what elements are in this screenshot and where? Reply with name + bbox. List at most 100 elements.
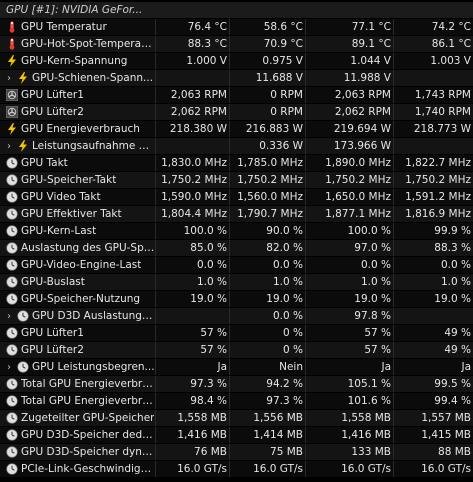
maximum-value: 97.8 % (305, 308, 393, 324)
current-value: 57 % (155, 325, 229, 341)
sensor-row[interactable]: GPU-Video-Engine-Last 0.0 % 0.0 % 0.0 % 0.0 … (0, 257, 473, 273)
average-value: 49 % (393, 325, 473, 341)
sensor-row[interactable]: GPU-Kern-Spannung 1.000 V 0.975 V 1.044 V 1.… (0, 53, 473, 69)
sensor-row[interactable]: GPU Effektiver Takt 1,804.4 MHz 1,790.7 MH… (0, 206, 473, 222)
sensor-row[interactable]: GPU-Kern-Last 100.0 % 90.0 % 100.0 % 99.9 % (0, 223, 473, 239)
sensor-row[interactable]: GPU Takt 1,830.0 MHz 1,785.0 MHz 1,890.0 MH… (0, 155, 473, 171)
sensor-name-cell: Zugeteilter GPU-Speicher (0, 410, 155, 426)
sensor-label: GPU Effektiver Takt (21, 208, 122, 220)
current-value: 1,590.0 MHz (155, 189, 229, 205)
sensor-label: GPU D3D Auslastungen (32, 310, 155, 322)
sensor-row[interactable]: GPU-Speicher-Nutzung 19.0 % 19.0 % 19.0 % 19… (0, 291, 473, 307)
sensor-row[interactable]: › Leistungsaufnahme d... 0.336 W 173.966 W (0, 138, 473, 154)
sensor-name-cell: GPU-Kern-Spannung (0, 53, 155, 69)
thermometer-icon (6, 38, 18, 50)
sensor-label: GPU Energieverbrauch (21, 123, 140, 135)
sensor-row[interactable]: Total GPU Energieverbra... 97.3 % 94.2 % 10… (0, 376, 473, 392)
average-value: 218.773 W (393, 121, 473, 137)
minimum-value: 97.3 % (229, 393, 305, 409)
sensor-label: GPU Lüfter1 (21, 327, 84, 339)
minimum-value: 11.688 V (229, 70, 305, 86)
average-value: 1,415 MB (393, 427, 473, 443)
sensor-label: Leistungsaufnahme d... (32, 140, 155, 152)
sensor-row[interactable]: GPU D3D-Speicher dedizi... 1,416 MB 1,414 … (0, 427, 473, 443)
clock-icon (17, 310, 29, 322)
sensor-row[interactable]: GPU Energieverbrauch 218.380 W 216.883 W 21… (0, 121, 473, 137)
maximum-value: 1,890.0 MHz (305, 155, 393, 171)
clock-icon (17, 361, 29, 373)
sensor-row[interactable]: GPU Lüfter2 2,062 RPM 0 RPM 2,062 RPM 1,740 … (0, 104, 473, 120)
sensor-row[interactable]: GPU Lüfter1 57 % 0 % 57 % 49 % (0, 325, 473, 341)
minimum-value: 1,750.2 MHz (229, 172, 305, 188)
sensor-name-cell: › GPU Leistungsbegren... (0, 359, 155, 375)
sensor-row[interactable]: GPU Temperatur 76.4 °C 58.6 °C 77.1 °C 74.2 … (0, 19, 473, 35)
sensor-label: Total GPU Energieverbra... (21, 378, 155, 390)
minimum-value: 58.6 °C (229, 19, 305, 35)
sensor-table: GPU [#1]: NVIDIA GeFor... GPU Temperatur… (0, 0, 473, 482)
sensor-row[interactable]: › GPU Leistungsbegren... Ja Nein Ja Ja (0, 359, 473, 375)
sensor-row[interactable]: GPU Lüfter2 57 % 0 % 57 % 49 % (0, 342, 473, 358)
sensor-row[interactable]: GPU-Speicher-Takt 1,750.2 MHz 1,750.2 MHz 1… (0, 172, 473, 188)
sensor-row[interactable]: GPU D3D-Speicher dyna... 76 MB 75 MB 133 MB… (0, 444, 473, 460)
sensor-name-cell: › Leistungsaufnahme d... (0, 138, 155, 154)
clock-icon (6, 378, 18, 390)
clock-icon (6, 191, 18, 203)
average-value (393, 70, 473, 86)
sensor-name-cell: Auslastung des GPU-Spe... (0, 240, 155, 256)
minimum-value: 0.0 % (229, 308, 305, 324)
minimum-value: 75 MB (229, 444, 305, 460)
current-value: 16.0 GT/s (155, 461, 229, 477)
minimum-value: 0 % (229, 342, 305, 358)
sensor-row[interactable]: GPU-Buslast 1.0 % 1.0 % 1.0 % 1.0 % (0, 274, 473, 290)
current-value: 19.0 % (155, 291, 229, 307)
sensor-label: GPU Temperatur (21, 21, 107, 33)
expand-chevron-icon[interactable]: › (4, 141, 14, 152)
sensor-row[interactable]: › GPU-Schienen-Spann... 11.688 V 11.988 V (0, 70, 473, 86)
sensor-name-cell: GPU Lüfter2 (0, 104, 155, 120)
minimum-value: 1,560.0 MHz (229, 189, 305, 205)
sensor-label: GPU Lüfter2 (21, 344, 84, 356)
gpu-group-header[interactable]: GPU [#1]: NVIDIA GeFor... (0, 2, 473, 18)
sensor-name-cell: GPU-Hot-Spot-Temperatur (0, 36, 155, 52)
sensor-label: GPU D3D-Speicher dedizi... (21, 429, 155, 441)
sensor-row[interactable]: Total GPU Energieverbra... 98.4 % 97.3 % 10… (0, 393, 473, 409)
expand-chevron-icon[interactable]: › (4, 362, 14, 373)
maximum-value: Ja (305, 359, 393, 375)
fan-icon (6, 89, 18, 101)
clock-icon (6, 157, 18, 169)
maximum-value: 100.0 % (305, 223, 393, 239)
current-value: 98.4 % (155, 393, 229, 409)
maximum-value: 1,877.1 MHz (305, 206, 393, 222)
sensor-name-cell: GPU D3D-Speicher dedizi... (0, 427, 155, 443)
current-value: 1.000 V (155, 53, 229, 69)
current-value: 97.3 % (155, 376, 229, 392)
current-value (155, 70, 229, 86)
maximum-value: 1,558 MB (305, 410, 393, 426)
sensor-row[interactable]: Auslastung des GPU-Spe... 85.0 % 82.0 % 97.… (0, 240, 473, 256)
sensor-row[interactable]: Zugeteilter GPU-Speicher 1,558 MB 1,556 MB… (0, 410, 473, 426)
sensor-row[interactable]: GPU-Hot-Spot-Temperatur 88.3 °C 70.9 °C 89.… (0, 36, 473, 52)
maximum-value: 0.0 % (305, 257, 393, 273)
maximum-value: 97.0 % (305, 240, 393, 256)
sensor-label: GPU-Buslast (21, 276, 85, 288)
average-value: 1,743 RPM (393, 87, 473, 103)
lightning-icon (6, 123, 18, 135)
expand-chevron-icon[interactable]: › (4, 73, 14, 84)
sensor-name-cell: GPU Takt (0, 155, 155, 171)
sensor-name-cell: GPU Lüfter1 (0, 325, 155, 341)
current-value: 1,804.4 MHz (155, 206, 229, 222)
sensor-row[interactable]: PCIe-Link-Geschwindigkeit 16.0 GT/s 16.0 G… (0, 461, 473, 477)
maximum-value: 1,750.2 MHz (305, 172, 393, 188)
expand-chevron-icon[interactable]: › (4, 311, 14, 322)
sensor-label: Auslastung des GPU-Spe... (21, 242, 155, 254)
sensor-name-cell: GPU-Speicher-Takt (0, 172, 155, 188)
sensor-name-cell: Total GPU Energieverbra... (0, 393, 155, 409)
minimum-value: 82.0 % (229, 240, 305, 256)
average-value: 1,591.2 MHz (393, 189, 473, 205)
lightning-icon (17, 72, 29, 84)
sensor-row[interactable]: GPU Video Takt 1,590.0 MHz 1,560.0 MHz 1,65… (0, 189, 473, 205)
sensor-name-cell: GPU-Video-Engine-Last (0, 257, 155, 273)
sensor-row[interactable]: GPU Lüfter1 2,063 RPM 0 RPM 2,063 RPM 1,743 … (0, 87, 473, 103)
average-value: 0.0 % (393, 257, 473, 273)
sensor-row[interactable]: › GPU D3D Auslastungen 0.0 % 97.8 % (0, 308, 473, 324)
